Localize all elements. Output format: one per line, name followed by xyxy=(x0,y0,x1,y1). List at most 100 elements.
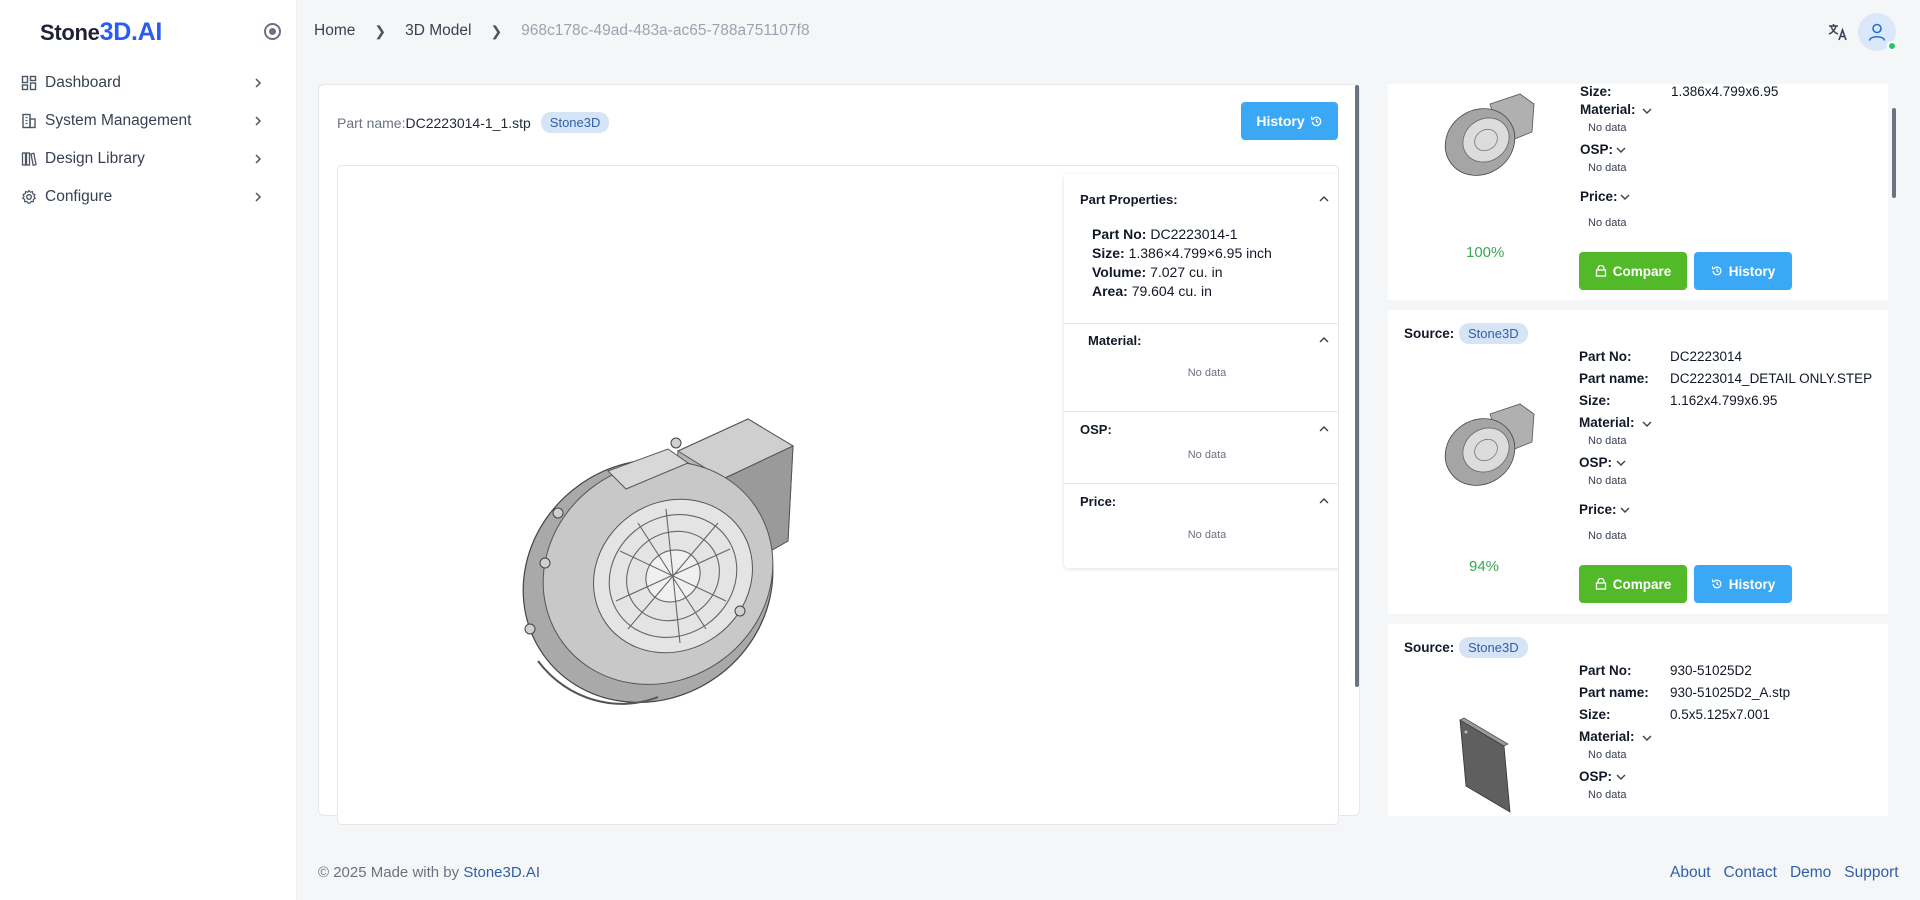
material-label: Material: xyxy=(1579,415,1635,430)
chevron-up-icon[interactable] xyxy=(1319,335,1329,345)
history-button[interactable]: History xyxy=(1694,565,1792,603)
chevron-right-icon xyxy=(255,116,262,126)
price-no-data: No data xyxy=(1588,530,1627,542)
part-thumbnail[interactable] xyxy=(1452,714,1522,814)
model-viewer-panel: Part name: DC2223014-1_1.stp Stone3D His… xyxy=(318,84,1360,825)
logo-prefix: Stone xyxy=(40,20,100,45)
footer-links: About Contact Demo Support xyxy=(1670,864,1899,882)
chevron-up-icon[interactable] xyxy=(1319,194,1329,204)
chevron-up-icon[interactable] xyxy=(1319,496,1329,506)
translate-icon[interactable] xyxy=(1827,21,1849,43)
chevron-down-icon[interactable] xyxy=(1642,419,1652,429)
sidebar-item-dashboard[interactable]: Dashboard xyxy=(0,64,297,102)
logo[interactable]: Stone3D.AI xyxy=(40,18,162,47)
size-label: Size: xyxy=(1580,84,1612,99)
chevron-down-icon[interactable] xyxy=(1616,772,1626,782)
material-label: Material: xyxy=(1579,729,1635,744)
part-no-label: Part No: xyxy=(1579,349,1632,364)
chevron-down-icon[interactable] xyxy=(1616,145,1626,155)
breadcrumb-home[interactable]: Home xyxy=(314,22,355,40)
osp-title: OSP: xyxy=(1080,422,1112,437)
sidebar-item-configure[interactable]: Configure xyxy=(0,178,297,216)
breadcrumb-separator-icon: ❯ xyxy=(374,22,387,39)
panel-scrollbar[interactable] xyxy=(1355,85,1359,687)
online-status-dot xyxy=(1887,41,1897,51)
chevron-down-icon[interactable] xyxy=(1620,192,1630,202)
result-card: Source: Stone3D Part No: DC2223014 Part … xyxy=(1388,310,1888,614)
price-no-data: No data xyxy=(1588,217,1627,229)
history-button-label: History xyxy=(1728,576,1776,592)
area-line: Area: 79.604 cu. in xyxy=(1092,283,1212,299)
osp-section: OSP: No data xyxy=(1064,412,1338,484)
gear-icon xyxy=(21,189,37,204)
source-badge: Stone3D xyxy=(1459,637,1528,658)
chevron-down-icon[interactable] xyxy=(1642,106,1652,116)
breadcrumb-separator-icon: ❯ xyxy=(490,22,503,39)
history-button[interactable]: History xyxy=(1694,252,1792,290)
compare-button[interactable]: Compare xyxy=(1579,252,1687,290)
logo-3d: 3D xyxy=(99,18,132,46)
osp-label: OSP: xyxy=(1580,142,1614,157)
osp-label: OSP: xyxy=(1579,455,1613,470)
breadcrumb-3d-model[interactable]: 3D Model xyxy=(405,22,471,40)
sidebar-item-label: System Management xyxy=(45,112,192,129)
history-button-label: History xyxy=(1728,263,1776,279)
price-no-data: No data xyxy=(1187,529,1227,541)
part-name-row: Part name: DC2223014-1_1.stp Stone3D xyxy=(337,112,610,133)
price-label: Price: xyxy=(1579,502,1617,517)
compare-button-label: Compare xyxy=(1612,263,1672,279)
sidebar-item-design-library[interactable]: Design Library xyxy=(0,140,297,178)
osp-no-data: No data xyxy=(1187,449,1227,461)
chevron-up-icon[interactable] xyxy=(1319,424,1329,434)
part-name-label: Part name: xyxy=(1579,371,1649,386)
result-card: Source: Stone3D Part No: 930-51025D2 Par… xyxy=(1388,624,1888,816)
footer-link-demo[interactable]: Demo xyxy=(1790,864,1831,882)
history-button[interactable]: History xyxy=(1241,102,1338,140)
size-label: Size: xyxy=(1579,393,1611,408)
result-card: Size: 1.386x4.799x6.95 Material: No data… xyxy=(1388,84,1888,300)
chevron-down-icon[interactable] xyxy=(1620,505,1630,515)
sidebar-collapse-toggle-icon[interactable] xyxy=(264,23,281,40)
part-name-value: DC2223014-1_1.stp xyxy=(405,114,531,131)
material-label: Material: xyxy=(1580,102,1636,117)
price-title: Price: xyxy=(1080,494,1117,509)
3d-model-render[interactable] xyxy=(508,401,828,721)
part-name-value: 930-51025D2_A.stp xyxy=(1670,685,1791,700)
match-percent: 100% xyxy=(1466,244,1505,261)
part-thumbnail[interactable] xyxy=(1440,402,1540,492)
sidebar-item-label: Dashboard xyxy=(45,74,121,91)
source-badge: Stone3D xyxy=(540,112,610,133)
material-no-data: No data xyxy=(1588,435,1627,447)
avatar[interactable] xyxy=(1858,13,1897,51)
part-thumbnail[interactable] xyxy=(1440,92,1540,182)
compare-icon xyxy=(1595,265,1606,277)
part-no-label: Part No: xyxy=(1092,226,1147,242)
material-title: Material: xyxy=(1088,333,1142,348)
chevron-right-icon xyxy=(255,78,262,88)
part-no-value: 930-51025D2 xyxy=(1670,663,1752,678)
3d-viewport[interactable]: Part Properties: Part No: DC2223014-1 Si… xyxy=(337,165,1339,825)
size-value: 1.162x4.799x6.95 xyxy=(1670,393,1778,408)
size-label: Size: xyxy=(1579,707,1611,722)
sidebar-item-system-management[interactable]: System Management xyxy=(0,102,297,140)
chevron-right-icon xyxy=(255,154,262,164)
volume-line: Volume: 7.027 cu. in xyxy=(1092,264,1222,280)
chevron-down-icon[interactable] xyxy=(1642,733,1652,743)
osp-label: OSP: xyxy=(1579,769,1613,784)
library-icon xyxy=(21,152,37,166)
footer-brand-link[interactable]: Stone3D.AI xyxy=(463,864,540,881)
compare-button-label: Compare xyxy=(1612,576,1672,592)
compare-button[interactable]: Compare xyxy=(1579,565,1687,603)
chevron-down-icon[interactable] xyxy=(1616,458,1626,468)
user-icon xyxy=(1868,23,1886,41)
footer-link-contact[interactable]: Contact xyxy=(1724,864,1777,882)
results-scrollbar[interactable] xyxy=(1892,108,1896,198)
size-value: 1.386×4.799×6.95 inch xyxy=(1128,245,1272,261)
part-name-value: DC2223014_DETAIL ONLY.STEP xyxy=(1670,371,1873,386)
footer-link-support[interactable]: Support xyxy=(1844,864,1898,882)
logo-suffix: .AI xyxy=(130,18,163,46)
part-properties-card: Part Properties: Part No: DC2223014-1 Si… xyxy=(1064,174,1338,568)
size-value: 1.386x4.799x6.95 xyxy=(1671,84,1779,99)
footer-link-about[interactable]: About xyxy=(1670,864,1711,882)
osp-no-data: No data xyxy=(1588,162,1627,174)
